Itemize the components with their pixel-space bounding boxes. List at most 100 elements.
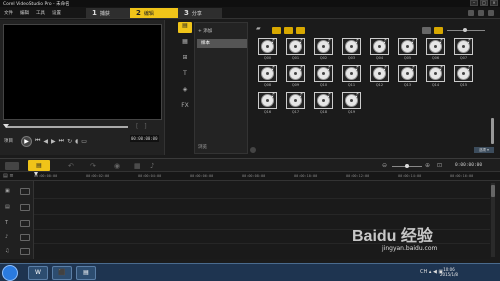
step-label: 捕获 <box>99 10 110 17</box>
title-icon[interactable]: T <box>178 70 192 81</box>
tab-capture[interactable]: 1 捕获 <box>86 8 130 18</box>
timecode-display[interactable]: 00:00:00:00 <box>130 135 159 142</box>
playhead-marker[interactable] <box>34 172 38 176</box>
taskbar-app-player[interactable]: ⬛ <box>52 266 72 280</box>
library-thumbnail[interactable]: ♪ Q15 <box>454 65 473 88</box>
thumb-size-handle[interactable] <box>463 28 467 32</box>
library-thumbnail[interactable]: ♪ Q05 <box>398 38 417 61</box>
close-button[interactable]: × <box>490 0 498 6</box>
library-thumbnail[interactable]: ♪ Q12 <box>370 65 389 88</box>
home-icon[interactable]: ⏮ <box>35 137 40 145</box>
library-thumbnail[interactable]: ♪ Q11 <box>342 65 361 88</box>
track-divider <box>34 198 490 199</box>
show-photo-icon[interactable] <box>284 27 293 34</box>
end-icon[interactable]: ⏭ <box>59 137 64 145</box>
library-thumbnail[interactable]: ♪ Q06 <box>426 38 445 61</box>
timeline-zoom-handle[interactable] <box>405 164 409 168</box>
clock[interactable]: 10:06 2015/1/8 <box>440 267 458 277</box>
add-folder-button[interactable]: + 添加 <box>198 28 212 34</box>
track-toggle[interactable] <box>20 220 30 227</box>
browse-button[interactable]: 浏览 <box>198 144 207 150</box>
media-icon[interactable]: ▤ <box>178 22 192 33</box>
scrubber-handle[interactable] <box>3 124 9 128</box>
library-thumbnail[interactable]: ♪ Q01 <box>286 38 305 61</box>
library-thumbnail[interactable]: ♪ Q08 <box>258 65 277 88</box>
auto-music-icon[interactable]: ♪ <box>150 162 154 170</box>
tab-edit[interactable]: 2 编辑 <box>130 8 178 18</box>
fit-project-icon[interactable]: ⊡ <box>437 162 442 169</box>
show-video-icon[interactable] <box>272 27 281 34</box>
track-toggle[interactable] <box>20 204 30 211</box>
library-thumbnail[interactable]: ♪ Q16 <box>258 92 277 115</box>
show-audio-icon[interactable] <box>296 27 305 34</box>
record-icon[interactable]: ◉ <box>114 162 120 170</box>
options-button[interactable]: 选项 ▾ <box>474 147 494 153</box>
transition-icon[interactable]: ⊞ <box>178 54 192 65</box>
minimize-button[interactable]: – <box>470 0 478 6</box>
menu-settings[interactable]: 设置 <box>52 10 61 16</box>
track-toggle[interactable] <box>20 234 30 241</box>
volume-icon[interactable]: ◖ <box>75 138 78 145</box>
menu-file[interactable]: 文件 <box>4 10 13 16</box>
redo-icon[interactable] <box>488 10 494 16</box>
expand-icon[interactable] <box>250 147 256 153</box>
taskbar-app-word[interactable]: W <box>28 266 48 280</box>
folder-icon[interactable]: ▰ <box>256 25 265 32</box>
track-toggle[interactable] <box>20 248 30 255</box>
tab-share[interactable]: 3 分享 <box>178 8 222 18</box>
timeline-ruler[interactable]: 00:00:00:00 00:00:02:00 00:00:04:00 00:00:0… <box>34 172 500 181</box>
library-thumbnail[interactable]: ♪ Q19 <box>342 92 361 115</box>
library-thumbnail[interactable]: ♪ Q14 <box>426 65 445 88</box>
fullscreen-icon[interactable]: ▭ <box>81 138 87 145</box>
prev-frame-icon[interactable]: ◀ <box>43 138 48 145</box>
preview-window[interactable] <box>3 24 162 120</box>
music-note-icon: ♪ <box>355 38 359 45</box>
library-thumbnail[interactable]: ♪ Q09 <box>286 65 305 88</box>
redo-icon[interactable]: ↷ <box>90 162 96 170</box>
library-thumbnail[interactable]: ♪ Q18 <box>314 92 333 115</box>
mode-project[interactable]: 项目 <box>4 138 18 144</box>
library-thumbnail[interactable]: ♪ Q00 <box>258 38 277 61</box>
scrubber-track[interactable] <box>6 126 128 128</box>
library-thumbnails: ♪ Q00 ♪ Q01 ♪ Q02 ♪ Q03 ♪ Q04 ♪ Q05 ♪ Q06 ♪ Q07 ♪ Q08 ♪ Q09… <box>258 38 485 130</box>
taskbar-app-videostudio[interactable]: ▤ <box>76 266 96 280</box>
library-thumbnail[interactable]: ♪ Q03 <box>342 38 361 61</box>
graphic-icon[interactable]: ◈ <box>178 86 192 97</box>
track-toggle[interactable] <box>20 188 30 195</box>
library-thumbnail[interactable]: ♪ Q04 <box>370 38 389 61</box>
library-thumbnail[interactable]: ♪ Q13 <box>398 65 417 88</box>
voice-track-header[interactable]: ♪ <box>2 233 32 242</box>
library-thumbnail[interactable]: ♪ Q10 <box>314 65 333 88</box>
library-scrollbar[interactable] <box>491 118 494 144</box>
window-controls: – □ × <box>470 0 498 6</box>
library-thumbnail[interactable]: ♪ Q07 <box>454 38 473 61</box>
folder-sample[interactable]: 样本 <box>197 39 247 48</box>
zoom-out-icon[interactable]: ⊖ <box>382 162 387 169</box>
menu-tools[interactable]: 工具 <box>36 10 45 16</box>
undo-icon[interactable] <box>478 10 484 16</box>
music-track-header[interactable]: ♫ <box>2 247 32 256</box>
track-manager-icon[interactable]: ▤ ≡ <box>3 173 14 179</box>
overlay-track-header[interactable]: ▤ <box>2 203 32 212</box>
instant-project-icon[interactable]: ▦ <box>178 38 192 49</box>
title-track-header[interactable]: T <box>2 219 32 228</box>
mix-icon[interactable]: ▦ <box>134 162 141 170</box>
filter-icon[interactable]: FX <box>178 102 192 113</box>
storyboard-view-icon[interactable] <box>5 162 19 170</box>
next-frame-icon[interactable]: ▶ <box>51 138 56 145</box>
library-thumbnail[interactable]: ♪ Q02 <box>314 38 333 61</box>
repeat-icon[interactable]: ↻ <box>67 138 72 145</box>
library-thumbnail[interactable]: ♪ Q17 <box>286 92 305 115</box>
maximize-button[interactable]: □ <box>480 0 488 6</box>
video-track-header[interactable]: ▣ <box>2 187 32 196</box>
zoom-in-icon[interactable]: ⊕ <box>425 162 430 169</box>
start-button[interactable] <box>2 265 18 281</box>
play-button[interactable]: ▶ <box>21 135 32 147</box>
timeline-view-icon[interactable]: ▤ <box>28 160 50 171</box>
list-view-icon[interactable] <box>434 27 443 34</box>
save-icon[interactable] <box>468 10 474 16</box>
thumbnail-view-icon[interactable] <box>422 27 431 34</box>
menu-edit[interactable]: 编辑 <box>20 10 29 16</box>
trim-markers[interactable]: [ ] <box>136 123 149 130</box>
undo-icon[interactable]: ↶ <box>68 162 74 170</box>
